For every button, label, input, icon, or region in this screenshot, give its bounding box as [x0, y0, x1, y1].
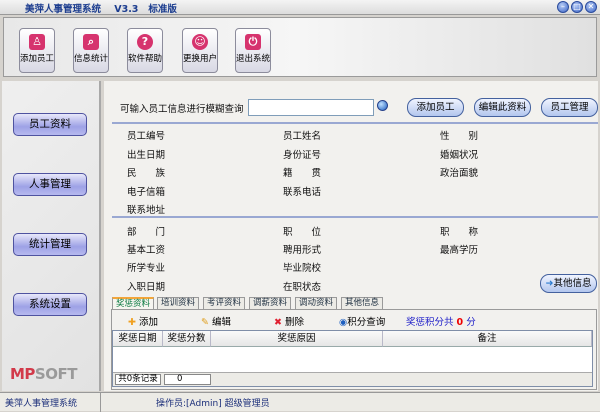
column-header[interactable]: 奖惩分数 — [163, 331, 211, 347]
field-label: 籍 贯 — [283, 168, 322, 179]
power-icon: ⏻ — [245, 34, 261, 50]
field-label: 在职状态 — [283, 282, 322, 293]
tab-4[interactable]: 调动资料 — [295, 297, 338, 309]
tab-3[interactable]: 调薪资料 — [249, 297, 292, 309]
minimize-button[interactable]: – — [557, 1, 569, 13]
record-count-value: 0 — [164, 374, 211, 385]
edit-label: 编辑 — [212, 317, 232, 328]
edit-record-button[interactable]: 编辑此资料 — [474, 98, 531, 117]
sidebar-item-employee-info[interactable]: 员工资料 — [13, 113, 87, 136]
column-header[interactable]: 奖惩日期 — [113, 331, 163, 347]
field-label: 政治面貌 — [440, 168, 479, 179]
field-label: 联系地址 — [127, 205, 166, 216]
switch-user-icon: ☺ — [192, 34, 208, 50]
field-label: 职 位 — [283, 227, 322, 238]
tab-0[interactable]: 奖惩资料 — [112, 297, 155, 309]
tab-5[interactable]: 其他信息 — [341, 297, 384, 309]
points-query-action[interactable]: ◉积分查询 — [339, 314, 385, 328]
total-suffix: 分 — [466, 317, 476, 328]
button-label: 软件帮助 — [127, 54, 162, 64]
field-label: 职 称 — [440, 227, 479, 238]
field-label: 部 门 — [127, 227, 166, 238]
delete-label: 删除 — [285, 317, 305, 328]
table-footer: 共0条记录 0 — [113, 372, 592, 386]
status-app-name: 美萍人事管理系统 — [5, 399, 78, 409]
button-label: 退出系统 — [235, 54, 270, 64]
record-count-label: 共0条记录 — [115, 374, 161, 385]
search-label: 可输入员工信息进行模糊查询 — [120, 104, 244, 115]
window-title: 美萍人事管理系统 V3.3 标准版 — [25, 4, 177, 15]
edit-action[interactable]: ✎ 编辑 — [201, 314, 231, 328]
search-icon[interactable] — [377, 100, 388, 111]
button-label: 更换用户 — [182, 54, 217, 64]
title-bar: 美萍人事管理系统 V3.3 标准版 – □ ✕ — [0, 0, 600, 15]
delete-icon: ✖ — [274, 317, 282, 328]
divider — [112, 216, 598, 218]
main-toolbar: ♙ 添加员工 ⌕ 信息统计 ? 软件帮助 ☺ 更换用户 ⏻ 退出系统 — [3, 17, 597, 77]
field-label: 身份证号 — [283, 149, 322, 161]
add-employee-button[interactable]: 添加员工 — [407, 98, 464, 117]
field-label: 出生日期 — [127, 149, 166, 161]
sidebar-item-statistics[interactable]: 统计管理 — [13, 233, 87, 256]
statistics-button[interactable]: ⌕ 信息统计 — [73, 28, 109, 73]
total-prefix: 奖惩积分共 — [406, 317, 454, 328]
tab-1[interactable]: 培训资料 — [157, 297, 200, 309]
field-label: 入职日期 — [127, 282, 166, 293]
logo-text: SOFT — [34, 365, 78, 383]
field-label: 性 别 — [440, 131, 479, 142]
exit-button[interactable]: ⏻ 退出系统 — [235, 28, 271, 73]
field-label: 基本工资 — [127, 245, 166, 256]
tab-2[interactable]: 考评资料 — [203, 297, 246, 309]
field-label: 联系电话 — [283, 186, 322, 198]
field-label: 电子信箱 — [127, 186, 166, 198]
delete-action[interactable]: ✖ 删除 — [274, 314, 304, 328]
rewards-table[interactable]: 奖惩日期 奖惩分数 奖惩原因 备注 共0条记录 0 — [112, 330, 593, 387]
maximize-button[interactable]: □ — [571, 1, 583, 13]
field-label: 所学专业 — [127, 263, 166, 274]
field-label: 聘用形式 — [283, 245, 322, 256]
field-label: 最高学历 — [440, 245, 479, 256]
sidebar-item-settings[interactable]: 系统设置 — [13, 293, 87, 316]
total-value: 0 — [456, 317, 464, 328]
add-label: 添加 — [139, 317, 159, 328]
points-total: 奖惩积分共 0 分 — [406, 314, 476, 328]
field-label: 婚姻状况 — [440, 149, 479, 161]
add-action[interactable]: ✚ 添加 — [128, 314, 158, 328]
employee-manage-button[interactable]: 员工管理 — [541, 98, 598, 117]
help-button[interactable]: ? 软件帮助 — [127, 28, 163, 73]
help-icon: ? — [137, 34, 153, 50]
add-employee-button[interactable]: ♙ 添加员工 — [19, 28, 55, 73]
pencil-icon: ✎ — [201, 317, 209, 328]
divider — [112, 122, 598, 124]
add-user-icon: ♙ — [29, 34, 45, 50]
status-operator: 操作员:[Admin] 超级管理员 — [156, 399, 270, 409]
other-info-label: 其他信息 — [553, 278, 592, 289]
field-label: 民 族 — [127, 168, 166, 179]
switch-user-button[interactable]: ☺ 更换用户 — [182, 28, 218, 73]
status-bar: 美萍人事管理系统 操作员:[Admin] 超级管理员 — [0, 392, 600, 412]
column-header[interactable]: 备注 — [383, 331, 592, 347]
mpsoft-logo: MPSOFT — [10, 365, 77, 383]
search-icon: ⌕ — [83, 34, 99, 50]
search-input[interactable] — [248, 99, 374, 116]
field-label: 员工姓名 — [283, 131, 322, 142]
field-label: 毕业院校 — [283, 263, 322, 274]
plus-icon: ✚ — [128, 317, 136, 328]
close-button[interactable]: ✕ — [585, 1, 597, 13]
sidebar-item-hr-management[interactable]: 人事管理 — [13, 173, 87, 196]
button-label: 信息统计 — [73, 54, 108, 64]
other-info-button[interactable]: ➜其他信息 — [540, 274, 597, 293]
button-label: 添加员工 — [19, 54, 54, 64]
status-divider — [100, 393, 101, 412]
field-label: 员工编号 — [127, 131, 166, 142]
column-header[interactable]: 奖惩原因 — [211, 331, 383, 347]
query-label: 积分查询 — [347, 317, 386, 328]
